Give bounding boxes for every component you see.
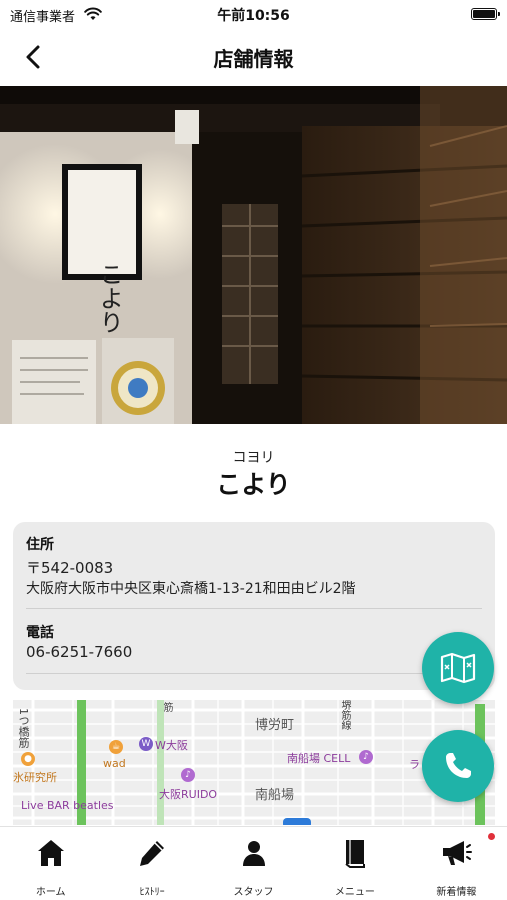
map-poi-icon: ♪ bbox=[181, 768, 195, 782]
book-icon bbox=[339, 837, 371, 869]
map-poi-label: ラ bbox=[409, 758, 420, 771]
map-area-label: 博労町 bbox=[255, 718, 295, 733]
folded-map-icon bbox=[440, 652, 476, 684]
map-poi-icon: ☕ bbox=[109, 740, 123, 754]
map-poi-label: W大阪 bbox=[155, 739, 188, 752]
tab-news[interactable]: 新着情報 bbox=[406, 827, 507, 900]
megaphone-icon bbox=[440, 837, 473, 869]
map-street-label: 1つ橋筋 bbox=[17, 708, 30, 748]
open-map-button[interactable] bbox=[422, 632, 494, 704]
tab-label: スタッフ bbox=[233, 887, 274, 898]
home-icon bbox=[35, 837, 67, 869]
phone-number[interactable]: 06-6251-7660 bbox=[26, 643, 132, 661]
map-poi-label: Live BAR beatles bbox=[21, 799, 114, 812]
tab-bar: ホーム ﾋｽﾄﾘｰ スタッフ メニュー 新着情報 bbox=[0, 826, 507, 900]
map-area-label: 南船場 bbox=[255, 788, 295, 803]
map-poi-icon: W bbox=[139, 737, 153, 751]
tab-menu[interactable]: メニュー bbox=[304, 827, 405, 900]
phone-icon bbox=[446, 753, 471, 778]
phone-label: 電話 bbox=[26, 625, 54, 641]
map-poi-label: 大阪RUIDO bbox=[159, 788, 218, 801]
page-title: 店舗情報 bbox=[213, 47, 294, 71]
tab-staff[interactable]: スタッフ bbox=[203, 827, 304, 900]
notification-badge bbox=[488, 833, 496, 840]
map-street-label: 筋 bbox=[161, 702, 172, 712]
tab-label: ホーム bbox=[35, 887, 66, 898]
postal-code: 〒542-0083 bbox=[26, 559, 114, 577]
tab-label: 新着情報 bbox=[436, 887, 477, 898]
divider bbox=[26, 608, 482, 609]
divider bbox=[26, 673, 482, 674]
address-label: 住所 bbox=[26, 537, 54, 553]
call-button[interactable] bbox=[422, 730, 494, 802]
shop-name: こより bbox=[216, 470, 291, 499]
shop-sign-text: こより bbox=[95, 262, 123, 334]
shop-photo: こより bbox=[0, 86, 507, 424]
map-poi-label: wad bbox=[103, 757, 126, 770]
address-text[interactable]: 大阪府大阪市中央区東心斎橋1-13-21和田由ビル2階 bbox=[26, 578, 356, 598]
navigation-bar: 店舗情報 bbox=[0, 30, 507, 86]
tab-home[interactable]: ホーム bbox=[0, 827, 101, 900]
map-poi-icon: ♪ bbox=[359, 750, 373, 764]
pencil-icon bbox=[136, 837, 168, 869]
clock: 午前10:56 bbox=[217, 8, 290, 24]
map-poi-label: 氷研究所 bbox=[13, 771, 57, 784]
tab-history[interactable]: ﾋｽﾄﾘｰ bbox=[101, 827, 202, 900]
status-bar: 通信事業者 午前10:56 bbox=[0, 0, 507, 30]
tab-label: ﾋｽﾄﾘｰ bbox=[139, 887, 165, 898]
shop-name-kana: コヨリ bbox=[232, 450, 275, 466]
battery-icon bbox=[471, 8, 500, 20]
map-poi-icon: ● bbox=[21, 752, 35, 766]
map-street-label: 堺筋線 bbox=[339, 700, 350, 730]
person-icon bbox=[238, 837, 270, 869]
tab-label: メニュー bbox=[334, 887, 375, 898]
map-poi-label: 南船場 CELL bbox=[287, 752, 351, 765]
